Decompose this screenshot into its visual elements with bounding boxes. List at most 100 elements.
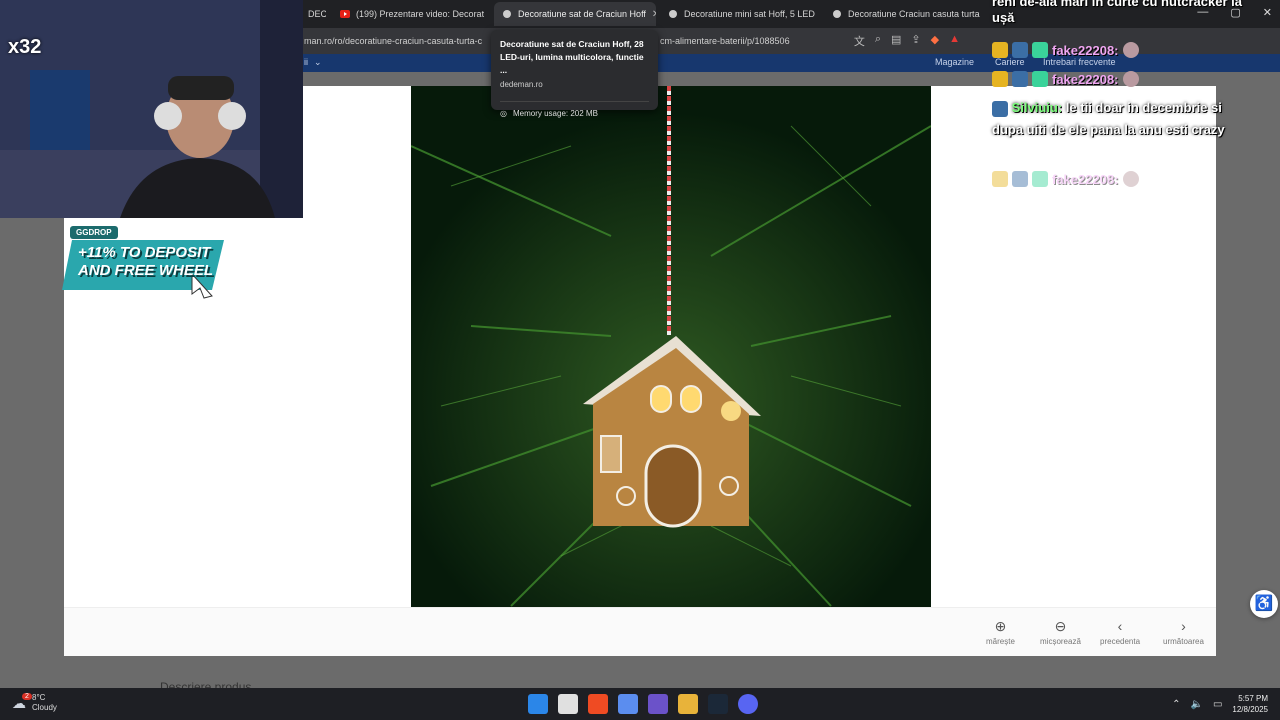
translate-icon[interactable]: 文 <box>854 33 865 49</box>
webcam-overlay: x32 <box>0 0 303 218</box>
share-icon[interactable]: ⇪ <box>911 33 920 49</box>
discord-icon[interactable] <box>738 694 758 714</box>
tooltip-title: Decoratiune sat de Craciun Hoff, 28 LED-… <box>500 39 644 75</box>
app-icon[interactable] <box>618 694 638 714</box>
sub-badge-icon <box>1032 42 1048 58</box>
chat-username: fake22208: <box>1052 171 1119 187</box>
windows-taskbar: ☁ 2 8°C Cloudy ⌃ 🔈 ▭ 5:57 PM 12/8/2025 <box>0 688 1280 720</box>
tab-1[interactable]: DEC <box>300 2 326 26</box>
chat-row: fake22208: <box>992 42 1139 58</box>
zoom-out-icon: ⊖ <box>1054 618 1067 634</box>
url-tail-text: cm-alimentare-baterii/p/1088506 <box>660 36 790 46</box>
url-text: man.ro/ro/decoratiune-craciun-casuta-tur… <box>304 36 483 46</box>
promo-line-2: AND FREE WHEEL <box>78 262 213 279</box>
chat-row: fake22208: <box>992 71 1139 87</box>
system-tray: ⌃ 🔈 ▭ 5:57 PM 12/8/2025 <box>1172 693 1268 715</box>
previous-button[interactable]: ‹ precedenta <box>1100 618 1140 646</box>
temperature: 8°C <box>32 693 46 702</box>
nav-item[interactable]: ii <box>304 57 308 67</box>
chevron-right-icon: › <box>1181 618 1186 634</box>
brave-browser-icon[interactable] <box>588 694 608 714</box>
tab-label: Decoratiune sat de Craciun Hoff <box>518 9 646 19</box>
zoom-icon[interactable]: ⌕ <box>875 33 881 49</box>
youtube-icon <box>340 10 350 18</box>
weather-widget[interactable]: ☁ 2 8°C Cloudy <box>12 693 57 713</box>
folder-icon[interactable] <box>678 694 698 714</box>
clock[interactable]: 5:57 PM 12/8/2025 <box>1232 693 1268 715</box>
tab-3[interactable]: Decoratiune mini sat Hoff, 5 LED-uri <box>660 2 815 26</box>
zoom-in-icon: ⊕ <box>994 618 1007 634</box>
ggdrop-promo: GGDROP +11% TO DEPOSIT AND FREE WHEEL <box>62 224 224 304</box>
url-field[interactable]: man.ro/ro/decoratiune-craciun-casuta-tur… <box>304 32 1080 50</box>
brave-shield-icon[interactable]: ◆ <box>931 33 939 49</box>
network-icon[interactable]: ▭ <box>1213 699 1222 710</box>
sub-badge-icon <box>1032 171 1048 187</box>
tab-label: Decoratiune Craciun casuta turta <box>848 9 980 19</box>
weather-badge: 2 <box>22 693 32 700</box>
weather-condition: Cloudy <box>32 703 57 712</box>
zoom-in-button[interactable]: ⊕ mărește <box>986 618 1015 646</box>
tab-label: (199) Prezentare video: Decoratiune <box>356 9 484 19</box>
nav-faq[interactable]: Intrebari frecvente <box>1043 57 1116 67</box>
tab-active[interactable]: Decoratiune sat de Craciun Hoff ✕ <box>494 2 656 26</box>
reader-icon[interactable]: ▤ <box>891 33 901 49</box>
promo-line-1: +11% TO DEPOSIT <box>78 244 211 261</box>
steam-icon[interactable] <box>708 694 728 714</box>
chat-username: Silviuiu: <box>1011 100 1063 115</box>
site-favicon-icon <box>833 10 841 18</box>
tab-label: DEC <box>308 9 326 19</box>
chevron-down-icon[interactable]: ⌄ <box>314 57 322 68</box>
screen: DEC (199) Prezentare video: Decoratiune … <box>0 0 1280 720</box>
chat-message-header: reni de-aia mari in curte cu nutcracker … <box>992 0 1242 25</box>
crown-icon <box>992 42 1008 58</box>
taskbar-apps <box>528 694 758 714</box>
zoom-out-label: micșorează <box>1040 637 1081 646</box>
windows-start-icon[interactable] <box>528 694 548 714</box>
clock-date: 12/8/2025 <box>1232 705 1268 714</box>
next-label: următoarea <box>1163 637 1204 646</box>
lightbox-toolbar: ⊕ mărește ⊖ micșorează ‹ precedenta › ur… <box>64 607 1216 656</box>
chat-row: fake22208: <box>992 171 1139 187</box>
next-button[interactable]: › următoarea <box>1163 618 1204 646</box>
memory-text: Memory usage: 202 MB <box>512 109 598 118</box>
zoom-in-label: mărește <box>986 637 1015 646</box>
app-icon[interactable] <box>648 694 668 714</box>
site-favicon-icon <box>503 10 511 18</box>
tab-hover-tooltip: Decoratiune sat de Craciun Hoff, 28 LED-… <box>491 30 658 118</box>
chat-username: fake22208: <box>1052 42 1119 58</box>
emote-icon <box>1122 71 1139 87</box>
chat-username: fake22208: <box>1052 71 1119 87</box>
brave-rewards-icon[interactable]: ▲ <box>949 33 960 49</box>
nav-stores[interactable]: Magazine <box>935 57 974 67</box>
tab-close-icon[interactable]: ✕ <box>652 9 656 20</box>
ghost-icon <box>1012 42 1028 58</box>
ghost-icon <box>1012 71 1028 87</box>
chevron-left-icon: ‹ <box>1117 618 1123 634</box>
zoom-out-button[interactable]: ⊖ micșorează <box>1040 618 1081 646</box>
site-favicon-icon <box>669 10 677 18</box>
nav-careers[interactable]: Cariere <box>995 57 1025 67</box>
previous-label: precedenta <box>1100 637 1141 646</box>
product-photo <box>411 86 931 607</box>
streamer-video <box>0 0 303 218</box>
tab-youtube[interactable]: (199) Prezentare video: Decoratiune <box>332 2 484 26</box>
emote-icon <box>1122 42 1139 58</box>
memory-icon: ◎ <box>500 109 507 118</box>
tab-4[interactable]: Decoratiune Craciun casuta turta ✕ <box>824 2 984 26</box>
ghost-icon <box>1012 171 1028 187</box>
accessibility-icon[interactable]: ♿ <box>1250 590 1278 618</box>
promo-brand: GGDROP <box>70 226 118 239</box>
close-icon[interactable]: ✕ <box>1263 6 1272 19</box>
crown-icon <box>992 171 1008 187</box>
ghost-icon <box>992 100 1008 117</box>
tab-label: Decoratiune mini sat Hoff, 5 LED-uri <box>684 9 815 19</box>
speaker-icon[interactable]: 🔈 <box>1191 699 1203 710</box>
chevron-up-icon[interactable]: ⌃ <box>1172 699 1180 710</box>
tooltip-domain: dedeman.ro <box>500 80 543 89</box>
address-bar-icons: 文 ⌕ ▤ ⇪ ◆ ▲ <box>854 33 960 49</box>
tooltip-memory: ◎ Memory usage: 202 MB <box>500 101 649 118</box>
multiplier-overlay: x32 <box>8 36 42 58</box>
gingerbread-house-image <box>411 86 931 607</box>
file-icon[interactable] <box>558 694 578 714</box>
clock-time: 5:57 PM <box>1238 694 1268 703</box>
